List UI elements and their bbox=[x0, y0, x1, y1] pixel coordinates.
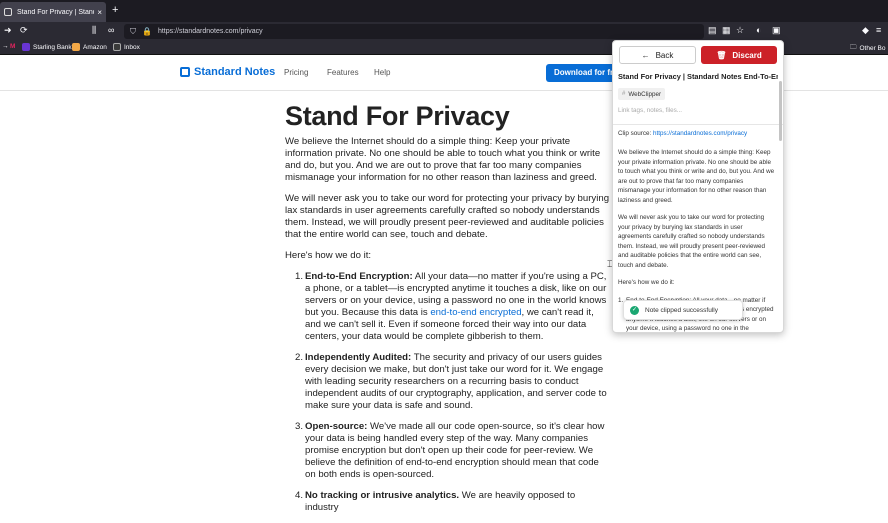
tag-chip[interactable]: # WebClipper bbox=[618, 88, 666, 100]
logo-text: Standard Notes bbox=[194, 66, 276, 78]
list-item: 1. End-to-End Encryption: All your data—n… bbox=[295, 271, 607, 342]
nav-features[interactable]: Features bbox=[327, 68, 359, 77]
divider bbox=[613, 124, 783, 125]
extension-icon[interactable]: ∞ bbox=[108, 25, 114, 35]
folder-icon: 🗀 bbox=[850, 44, 857, 51]
page-title: Stand For Privacy bbox=[285, 101, 510, 131]
bookmark-starling[interactable]: Starling Bank bbox=[22, 43, 72, 51]
arrow-left-icon: ← bbox=[641, 50, 650, 60]
nav-help[interactable]: Help bbox=[374, 68, 390, 77]
star-icon[interactable]: ☆ bbox=[736, 25, 744, 36]
tag-icon: # bbox=[622, 91, 626, 97]
library-icon[interactable]: ⫼ bbox=[92, 25, 96, 36]
clipper-scrollbar[interactable] bbox=[779, 81, 782, 141]
shield-icon[interactable]: ⛉ bbox=[130, 27, 136, 37]
tab-bar: Stand For Privacy | Standard No × + bbox=[0, 0, 888, 22]
grid-icon[interactable]: ▦ bbox=[722, 25, 731, 36]
bookmark-amazon[interactable]: Amazon bbox=[72, 43, 107, 51]
bookmark-inbox[interactable]: Inbox bbox=[113, 43, 140, 51]
nav-pricing[interactable]: Pricing bbox=[284, 68, 308, 77]
web-clipper-popup: ← Back 🗑 Discard Stand For Privacy | Stand… bbox=[612, 40, 784, 333]
url-bar[interactable]: ⛉ 🔒 https://standardnotes.com/privacy bbox=[124, 24, 704, 39]
inbox-icon bbox=[113, 43, 121, 51]
clip-source: Clip source: https://standardnotes.com/p… bbox=[618, 130, 748, 137]
list-item: 2. Independently Audited: The security an… bbox=[295, 352, 607, 411]
paragraph-2: We will never ask you to take our word f… bbox=[285, 193, 610, 240]
success-toast: ✓ Note clipped successfully bbox=[623, 300, 743, 320]
clip-source-link[interactable]: https://standardnotes.com/privacy bbox=[653, 130, 747, 137]
e2e-link[interactable]: end-to-end encrypted bbox=[430, 307, 521, 318]
tab-close-icon[interactable]: × bbox=[97, 8, 102, 17]
clip-title-input[interactable]: Stand For Privacy | Standard Notes End-T… bbox=[618, 72, 778, 81]
shield-ext-icon[interactable]: ◆ bbox=[862, 25, 869, 36]
back-button[interactable]: ← Back bbox=[619, 46, 696, 64]
trash-icon: 🗑 bbox=[716, 50, 727, 60]
new-tab-button[interactable]: + bbox=[112, 4, 118, 16]
standard-notes-logo-icon bbox=[180, 67, 190, 77]
starling-icon bbox=[22, 43, 30, 51]
other-bookmarks[interactable]: 🗀 Other Bo bbox=[850, 43, 886, 54]
list-item: 4. No tracking or intrusive analytics. We… bbox=[295, 490, 576, 513]
clip-paragraph-2: We will never ask you to take our word f… bbox=[618, 214, 765, 269]
reader-icon[interactable]: ▤ bbox=[708, 25, 717, 36]
amazon-icon bbox=[72, 43, 80, 51]
clip-paragraph-1: We believe the Internet should do a simp… bbox=[618, 149, 775, 204]
paragraph-3: Here's how we do it: bbox=[285, 250, 372, 261]
url-text[interactable]: https://standardnotes.com/privacy bbox=[158, 28, 263, 35]
tab-standard-notes[interactable]: Stand For Privacy | Standard No × bbox=[0, 2, 106, 22]
standard-notes-extension-icon[interactable]: ▣ bbox=[772, 25, 781, 36]
menu-icon[interactable]: ≡ bbox=[876, 25, 881, 35]
back-icon[interactable]: ➜ bbox=[4, 25, 12, 36]
principles-list: 1. End-to-End Encryption: All your data—n… bbox=[295, 271, 610, 514]
reload-icon[interactable]: ⟳ bbox=[20, 25, 28, 36]
check-icon: ✓ bbox=[630, 305, 639, 315]
clip-paragraph-3: Here's how we do it: bbox=[618, 279, 675, 286]
extension-icon-2[interactable]: ◐ bbox=[756, 25, 761, 35]
paragraph-1: We believe the Internet should do a simp… bbox=[285, 136, 601, 183]
nav-bar: ➜ ⟳ ⫼ ∞ ⛉ 🔒 https://standardnotes.com/pr… bbox=[0, 22, 888, 41]
discard-button[interactable]: 🗑 Discard bbox=[701, 46, 777, 64]
site-logo[interactable]: Standard Notes bbox=[180, 66, 275, 78]
lock-icon[interactable]: 🔒 bbox=[142, 27, 152, 36]
tag-input[interactable]: Link tags, notes, files... bbox=[618, 107, 682, 114]
tab-title: Stand For Privacy | Standard No bbox=[17, 8, 94, 16]
bookmark-arrow-icon[interactable]: → bbox=[2, 43, 9, 50]
gmail-icon[interactable]: M bbox=[10, 43, 15, 50]
article: Stand For Privacy We believe the Interne… bbox=[285, 100, 610, 523]
tab-favicon-icon bbox=[4, 8, 12, 16]
list-item: 3. Open-source: We've made all our code o… bbox=[295, 421, 605, 480]
